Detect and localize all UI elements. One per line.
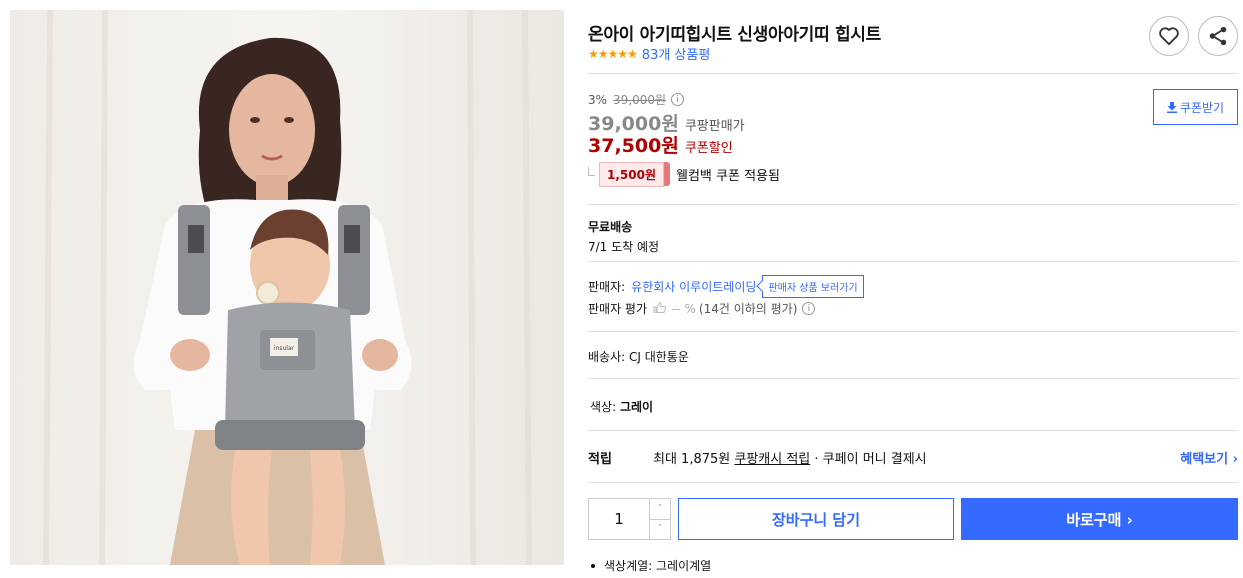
coupon-price-row: 37,500원 쿠폰할인 [588, 131, 733, 158]
seller-products-button[interactable]: 판매자 상품 보러가기 [762, 275, 864, 298]
product-info-panel: 온아이 아기띠힙시트 신생아아기띠 힙시트 ★★★★★ 83개 상품평 3% 3… [588, 0, 1238, 578]
product-title: 온아이 아기띠힙시트 신생아아기띠 힙시트 [588, 25, 881, 45]
review-count-link[interactable]: 83개 상품평 [642, 44, 711, 63]
quantity-input[interactable] [589, 499, 650, 539]
product-image: insular [10, 10, 564, 565]
divider [588, 378, 1238, 379]
welcome-coupon-badge: 1,500원 [599, 162, 670, 187]
quantity-arrows: ˄ ˅ [650, 499, 670, 539]
divider [588, 73, 1238, 74]
buy-now-button[interactable]: 바로구매 › [961, 498, 1238, 540]
seller-row: 판매자: 유한회사 이루이트레이딩 판매자 상품 보러가기 [588, 275, 864, 298]
color-option-value: 그레이 [619, 400, 654, 414]
share-icon [1209, 26, 1227, 46]
welcome-coupon-row: 1,500원 웰컴백 쿠폰 적용됨 [588, 162, 780, 187]
coupang-cash-link[interactable]: 쿠팡캐시 적립 [734, 452, 810, 467]
rating-row: ★★★★★ 83개 상품평 [588, 44, 711, 64]
welcome-coupon-text: 웰컴백 쿠폰 적용됨 [676, 169, 780, 184]
info-icon[interactable]: i [802, 302, 816, 315]
carrier-brand-label: insular [274, 345, 295, 352]
quantity-stepper: ˄ ˅ [588, 498, 671, 540]
bullet [591, 563, 595, 568]
divider [588, 331, 1238, 332]
star-rating-icon: ★★★★★ [588, 46, 638, 61]
seller-rating-count: (14건 이하의 평가) [698, 302, 798, 316]
coupon-download-button[interactable]: 쿠폰받기 [1153, 89, 1238, 125]
wishlist-button[interactable] [1149, 16, 1189, 56]
divider [588, 261, 1238, 262]
option-note: 색상계열: 그레이계열 [588, 557, 711, 574]
heart-icon [1159, 27, 1179, 46]
shipping-eta: 7/1 도착 예정 [588, 240, 660, 254]
reward-text: 최대 1,875원 쿠팡캐시 적립 · 쿠페이 머니 결제시 [653, 452, 927, 467]
coupon-download-label: 쿠폰받기 [1179, 100, 1225, 115]
elbow-connector [588, 167, 595, 176]
discount-row: 3% 39,000원 i [588, 91, 685, 108]
shipping-title: 무료배송 [588, 220, 633, 234]
color-option: 색상: 그레이 [590, 398, 653, 415]
option-note-text: 색상계열: 그레이계열 [604, 559, 712, 573]
divider [588, 482, 1238, 483]
divider [588, 204, 1238, 205]
original-price: 39,000원 [613, 93, 667, 107]
seller-rating-label: 판매자 평가 [588, 302, 648, 316]
discount-rate: 3% [588, 92, 608, 107]
reward-label: 적립 [588, 452, 612, 467]
info-icon[interactable]: i [671, 93, 685, 106]
coupon-price-label: 쿠폰할인 [684, 141, 733, 156]
chevron-down-icon[interactable]: ˅ [650, 519, 670, 539]
product-photo-illustration: insular [10, 10, 564, 565]
color-option-label: 색상: [590, 400, 617, 414]
chevron-up-icon[interactable]: ˄ [650, 499, 670, 520]
seller-rating-row: 판매자 평가 -- % (14건 이하의 평가) i [588, 300, 816, 317]
seller-label: 판매자: [588, 280, 626, 294]
divider [588, 430, 1238, 431]
seller-name-link[interactable]: 유한회사 이루이트레이딩 [631, 278, 756, 295]
benefit-link[interactable]: 혜택보기 › [1180, 448, 1238, 467]
thumbs-up-icon [653, 301, 667, 316]
download-icon [1166, 101, 1177, 113]
seller-rating-value: -- % [672, 301, 696, 316]
carrier-text: 배송사: CJ 대한통운 [588, 350, 689, 364]
coupon-price: 37,500원 [588, 135, 679, 157]
reward-row: 적립 최대 1,875원 쿠팡캐시 적립 · 쿠페이 머니 결제시 혜택보기 › [588, 448, 1238, 467]
add-to-cart-button[interactable]: 장바구니 담기 [678, 498, 954, 540]
share-button[interactable] [1198, 16, 1238, 56]
